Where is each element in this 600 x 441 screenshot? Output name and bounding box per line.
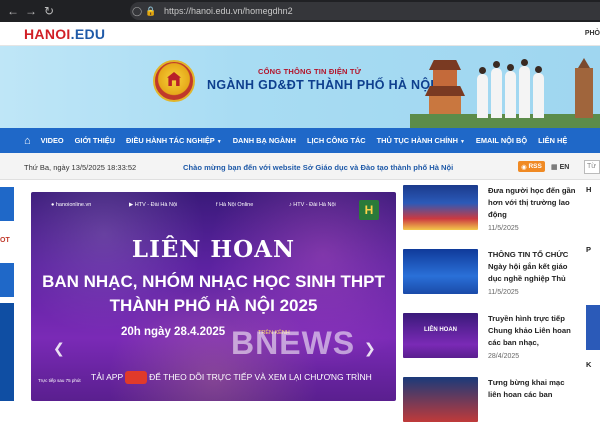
- logo-part1: HANOI: [24, 26, 71, 42]
- poster-line5: TẢI APP ĐỂ THEO DÕI TRỰC TIẾP VÀ XEM LẠI …: [91, 371, 372, 384]
- rss-button[interactable]: ◉ RSS: [518, 161, 545, 172]
- lock-icon: 🔒: [145, 5, 157, 16]
- menu-item-schedule[interactable]: LỊCH CÔNG TÁC: [307, 136, 366, 145]
- list-item[interactable]: LIÊN HOAN Truyền hình trực tiếp Chung kh…: [403, 313, 579, 377]
- news-title[interactable]: THÔNG TIN TỔ CHỨC Ngày hội gắn kết giáo …: [488, 249, 579, 285]
- browser-toolbar: ← → ↻ ◯ 🔒 https://hanoi.edu.vn/homegdhn2: [0, 0, 600, 22]
- left-sidebar-strip: OT: [0, 180, 14, 401]
- right-item[interactable]: K: [586, 360, 600, 405]
- menu-item-about[interactable]: GIỚI THIỆU: [75, 136, 115, 145]
- news-date: 11/5/2025: [488, 225, 519, 232]
- left-banner-3[interactable]: [0, 263, 14, 297]
- news-title[interactable]: Đưa người học đến gần hơn với thị trường…: [488, 185, 579, 221]
- left-banner-2[interactable]: OT: [0, 227, 14, 257]
- address-bar[interactable]: ◯ 🔒 https://hanoi.edu.vn/homegdhn2: [130, 2, 600, 20]
- slider-prev-icon[interactable]: ❮: [53, 340, 65, 357]
- right-item[interactable]: P: [586, 245, 600, 290]
- banner-title: NGÀNH GD&ĐT THÀNH PHỐ HÀ NỘI: [207, 78, 435, 92]
- poster-line4: 20h ngày 28.4.2025: [121, 326, 226, 338]
- main-menu: ⌂ VIDEO GIỚI THIỆU ĐIỀU HÀNH TÁC NGHIỆP ▼…: [0, 128, 600, 153]
- url-text: https://hanoi.edu.vn/homegdhn2: [164, 6, 293, 16]
- poster-line1: LIÊN HOAN: [131, 236, 296, 263]
- rss-icon: ◉: [521, 163, 529, 171]
- site-topbar: HANOI.EDU PHÒ: [0, 22, 600, 46]
- right-item[interactable]: H: [586, 185, 600, 230]
- home-icon[interactable]: ⌂: [24, 135, 31, 147]
- htv-logo-icon: H: [359, 200, 379, 220]
- right-item-thumb[interactable]: [586, 305, 600, 350]
- menu-item-video[interactable]: VIDEO: [41, 136, 64, 145]
- menu-item-email[interactable]: EMAIL NỘI BỘ: [476, 136, 527, 145]
- social-handle-2: ▶ HTV - Đài Hà Nội: [129, 202, 178, 208]
- slider-next-icon[interactable]: ❯: [364, 340, 376, 357]
- bnews-watermark: BNEWS: [231, 325, 356, 361]
- list-item[interactable]: Đưa người học đến gần hơn với thị trường…: [403, 185, 579, 249]
- site-logo[interactable]: HANOI.EDU: [24, 26, 105, 42]
- caret-down-icon: ▼: [459, 139, 465, 145]
- list-item[interactable]: THÔNG TIN TỔ CHỨC Ngày hội gắn kết giáo …: [403, 249, 579, 313]
- reload-icon[interactable]: ↻: [40, 0, 58, 22]
- news-thumbnail[interactable]: [403, 377, 478, 422]
- forward-icon[interactable]: →: [22, 0, 40, 22]
- menu-item-operations[interactable]: ĐIỀU HÀNH TÁC NGHIỆP ▼: [126, 136, 222, 145]
- news-title[interactable]: Tưng bừng khai mạc liên hoan các ban: [488, 377, 579, 401]
- banner-subtitle: CỔNG THÔNG TIN ĐIỆN TỬ: [258, 67, 362, 76]
- menu-item-directory[interactable]: DANH BẠ NGÀNH: [233, 136, 296, 145]
- left-banner-4[interactable]: [0, 303, 14, 401]
- students-illustration: [475, 56, 545, 118]
- back-icon[interactable]: ←: [4, 0, 22, 22]
- news-title[interactable]: Truyền hình trực tiếp Chung khảo Liên ho…: [488, 313, 579, 349]
- poster-line2: BAN NHẠC, NHÓM NHẠC HỌC SINH THPT: [42, 272, 385, 291]
- right-column: H P K: [586, 185, 600, 405]
- news-list: Đưa người học đến gần hơn với thị trường…: [403, 185, 579, 441]
- news-thumbnail[interactable]: [403, 185, 478, 230]
- header-banner: CỔNG THÔNG TIN ĐIỆN TỬ NGÀNH GD&ĐT THÀNH…: [0, 46, 600, 128]
- social-handle-1: ● hanoionline.vn: [51, 202, 92, 208]
- uk-flag-icon: ▦: [551, 164, 558, 171]
- news-date: 11/5/2025: [488, 289, 519, 296]
- language-en-button[interactable]: ▦ EN: [551, 163, 569, 171]
- poster-bottom-note: Trực tiếp sau 75 phút: [38, 378, 81, 383]
- featured-slider[interactable]: ● hanoionline.vn ▶ HTV - Đài Hà Nội f Hà…: [31, 192, 396, 401]
- poster-line3: THÀNH PHỐ HÀ NỘI 2025: [109, 296, 318, 315]
- shield-icon: ◯: [131, 5, 143, 16]
- emblem-icon: [153, 60, 195, 102]
- search-input[interactable]: Từ: [584, 160, 600, 174]
- list-item[interactable]: Tưng bừng khai mạc liên hoan các ban: [403, 377, 579, 441]
- news-date: 28/4/2025: [488, 353, 520, 360]
- info-bar: Thứ Ba, ngày 13/5/2025 18:33:52 Chào mừn…: [0, 153, 600, 180]
- top-right-link[interactable]: PHÒ: [585, 30, 600, 37]
- menu-item-contact[interactable]: LIÊN HỆ: [538, 136, 567, 145]
- social-handle-3: f Hà Nội Online: [216, 202, 254, 208]
- left-banner-1[interactable]: [0, 187, 14, 221]
- logo-part2: .EDU: [70, 26, 106, 42]
- tower-illustration: [572, 58, 596, 118]
- app-icon: [125, 371, 148, 384]
- temple-illustration: [425, 52, 465, 114]
- news-thumbnail[interactable]: [403, 249, 478, 294]
- current-datetime: Thứ Ba, ngày 13/5/2025 18:33:52: [24, 163, 137, 172]
- caret-down-icon: ▼: [216, 139, 222, 145]
- social-handle-4: ♪ HTV - Đài Hà Nội: [289, 202, 336, 208]
- welcome-marquee: Chào mừng bạn đến với website Sở Giáo dụ…: [183, 163, 454, 172]
- news-thumbnail[interactable]: LIÊN HOAN: [403, 313, 478, 358]
- menu-item-procedures[interactable]: THỦ TỤC HÀNH CHÍNH ▼: [377, 136, 465, 145]
